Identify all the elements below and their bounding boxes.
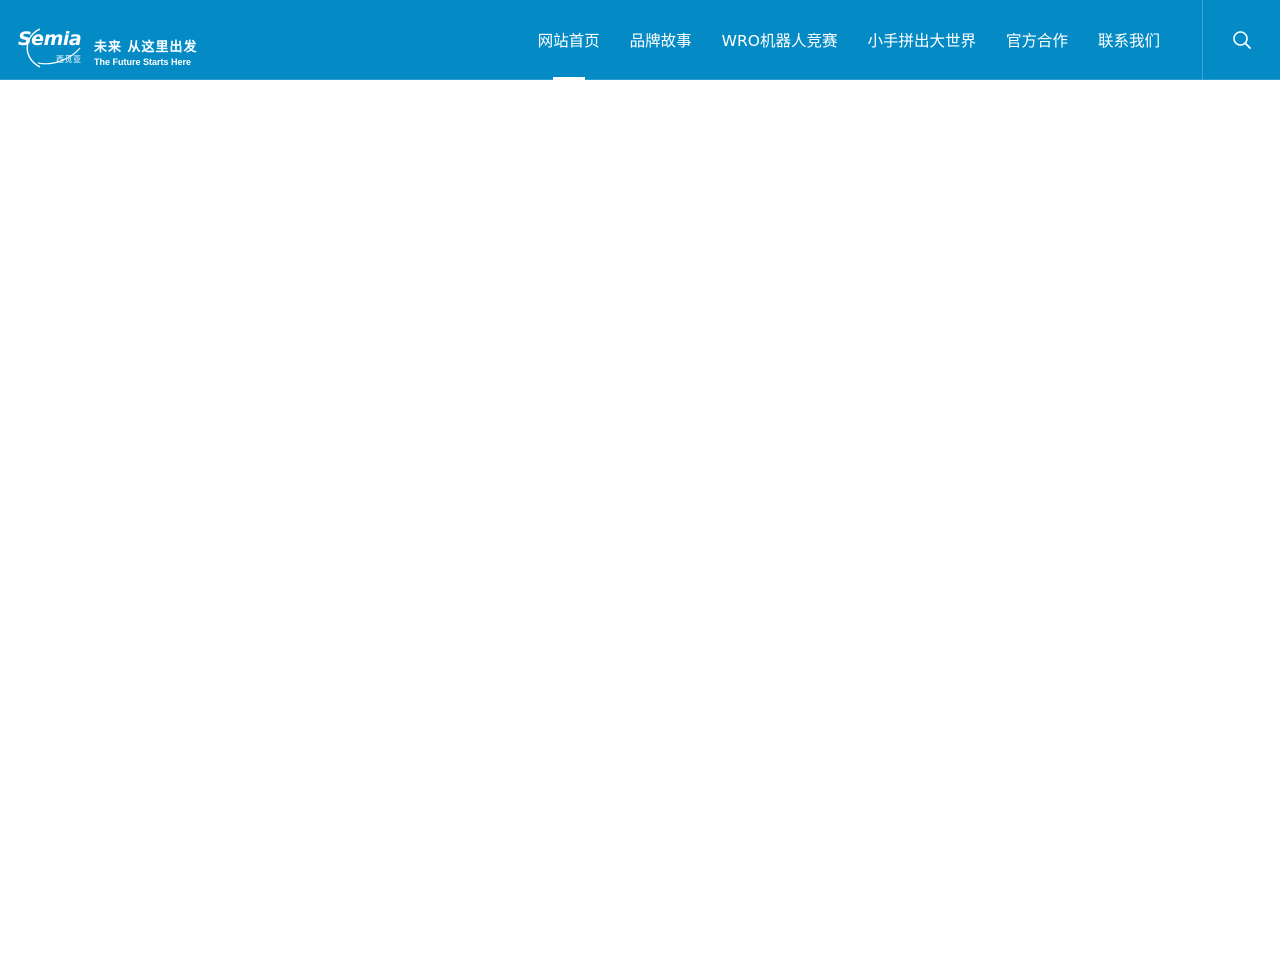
nav-item-label: 网站首页: [537, 32, 600, 50]
main-nav: 网站首页 品牌故事 WRO机器人竞赛 小手拼出大世界 官方合作 联系我们: [523, 0, 1175, 80]
nav-item-label: 品牌故事: [629, 32, 692, 50]
nav-item-contact[interactable]: 联系我们: [1083, 0, 1175, 80]
nav-item-brand-story[interactable]: 品牌故事: [615, 0, 707, 80]
brand-cn-name: 西觅亚: [56, 55, 82, 64]
search-button[interactable]: [1202, 0, 1280, 80]
nav-item-label: 联系我们: [1097, 32, 1160, 50]
nav-item-little-hands[interactable]: 小手拼出大世界: [852, 0, 991, 80]
nav-item-home[interactable]: 网站首页: [523, 0, 615, 80]
page-content: [0, 80, 1280, 960]
site-header: Semia 西觅亚 未来 从这里出发 The Future Starts Her…: [0, 0, 1280, 80]
nav-item-wro-competition[interactable]: WRO机器人竞赛: [707, 0, 853, 80]
nav-item-label: 小手拼出大世界: [867, 32, 976, 50]
brand-wordmark: Semia: [18, 28, 82, 50]
search-icon: [1232, 31, 1251, 49]
nav-item-partnership[interactable]: 官方合作: [991, 0, 1083, 80]
nav-item-label: WRO机器人竞赛: [721, 32, 838, 50]
nav-item-label: 官方合作: [1005, 32, 1068, 50]
brand-slogan-en: The Future Starts Here: [94, 57, 192, 67]
brand-logo[interactable]: Semia 西觅亚 未来 从这里出发 The Future Starts Her…: [18, 26, 208, 70]
brand-slogan-cn: 未来 从这里出发: [94, 40, 198, 55]
